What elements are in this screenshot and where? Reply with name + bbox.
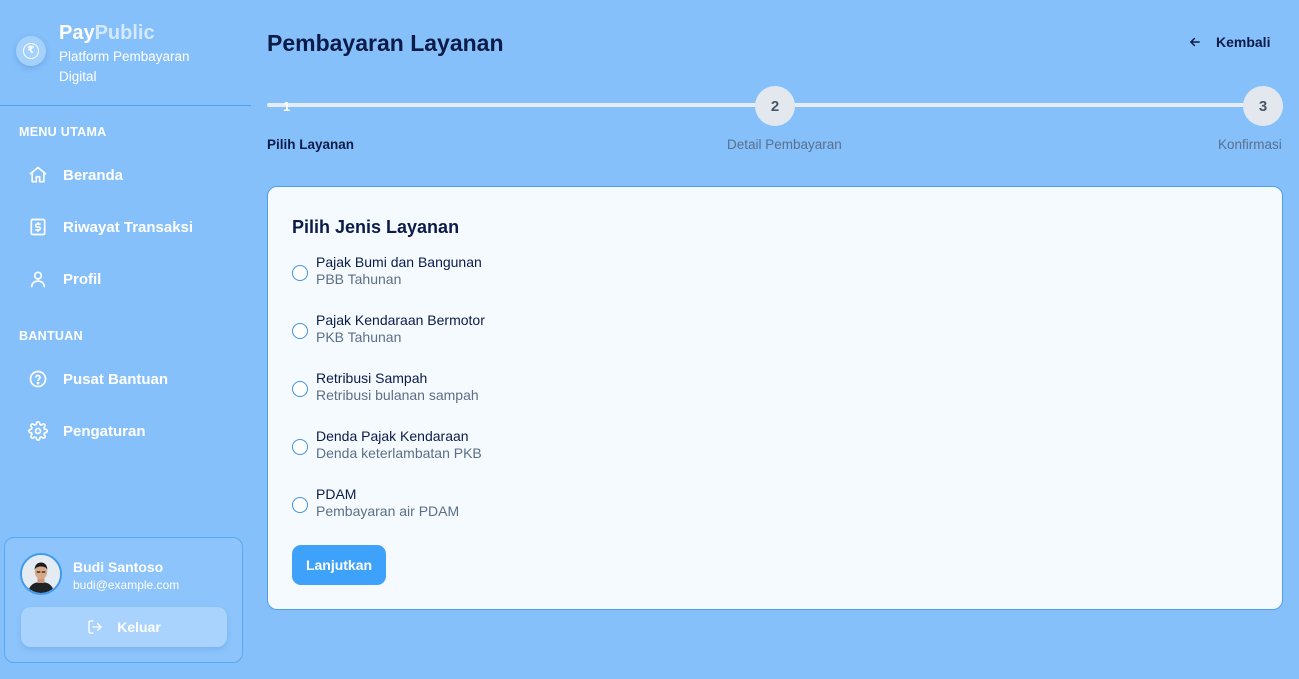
sidebar-item-beranda[interactable]: Beranda — [22, 155, 237, 195]
card-title: Pilih Jenis Layanan — [292, 217, 460, 237]
sidebar: ₹ PayPublic Platform Pembayaran Digital … — [0, 0, 251, 679]
service-selection-card: Pilih Jenis Layanan Pajak Bumi dan Bangu… — [267, 186, 1283, 610]
sidebar-item-pengaturan[interactable]: Pengaturan — [22, 411, 237, 451]
gear-icon — [26, 419, 50, 443]
user-icon — [26, 267, 50, 291]
brand-subtitle: Platform Pembayaran Digital — [59, 49, 190, 84]
radio-button[interactable] — [292, 381, 308, 397]
option-label: Pajak Bumi dan Bangunan — [316, 254, 482, 270]
step-3-circle: 3 — [1243, 86, 1283, 126]
service-option-retribusi-sampah[interactable]: Retribusi Sampah Retribusi bulanan sampa… — [292, 370, 692, 410]
brand: ₹ PayPublic Platform Pembayaran Digital — [0, 0, 251, 106]
brand-name-part1: Pay — [59, 22, 95, 44]
arrow-left-icon — [1188, 35, 1202, 49]
option-label: PDAM — [316, 486, 357, 502]
user-name: Budi Santoso — [73, 559, 164, 575]
option-description: PKB Tahunan — [316, 329, 402, 345]
section-title-menu-utama: MENU UTAMA — [19, 125, 107, 139]
sidebar-item-profil[interactable]: Profil — [22, 259, 237, 299]
step-1-number: 1 — [283, 99, 291, 114]
option-label: Denda Pajak Kendaraan — [316, 428, 469, 444]
option-description: Pembayaran air PDAM — [316, 503, 460, 519]
section-title-bantuan: BANTUAN — [19, 329, 83, 343]
sidebar-item-pusat-bantuan[interactable]: Pusat Bantuan — [22, 359, 237, 399]
service-option-pkb[interactable]: Pajak Kendaraan Bermotor PKB Tahunan — [292, 312, 692, 352]
sidebar-item-label: Pusat Bantuan — [63, 370, 169, 388]
service-option-pdam[interactable]: PDAM Pembayaran air PDAM — [292, 486, 692, 526]
logout-button[interactable]: Keluar — [21, 607, 227, 647]
brand-name[interactable]: PayPublic — [59, 22, 155, 45]
step-3-label: Konfirmasi — [1218, 137, 1282, 152]
user-email: budi@example.com — [73, 578, 180, 592]
back-button[interactable]: Kembali — [1188, 34, 1270, 50]
step-1-label: Pilih Layanan — [267, 137, 355, 152]
option-description: PBB Tahunan — [316, 271, 402, 287]
sidebar-item-label: Pengaturan — [63, 422, 146, 440]
service-option-pbb[interactable]: Pajak Bumi dan Bangunan PBB Tahunan — [292, 254, 692, 294]
help-circle-icon — [26, 367, 50, 391]
radio-button[interactable] — [292, 323, 308, 339]
option-label: Pajak Kendaraan Bermotor — [316, 312, 485, 328]
logout-icon — [87, 619, 103, 635]
option-description: Retribusi bulanan sampah — [316, 387, 479, 403]
avatar[interactable] — [20, 553, 62, 595]
brand-name-part2: Public — [94, 22, 155, 44]
rupee-coin-icon: ₹ — [16, 36, 46, 66]
radio-button[interactable] — [292, 497, 308, 513]
radio-button[interactable] — [292, 439, 308, 455]
option-label: Retribusi Sampah — [316, 370, 428, 386]
user-card: Budi Santoso budi@example.com Keluar — [4, 537, 243, 663]
logout-label: Keluar — [117, 619, 161, 635]
step-2-label: Detail Pembayaran — [727, 137, 842, 152]
back-label: Kembali — [1216, 34, 1271, 50]
home-icon — [26, 163, 50, 187]
page-title: Pembayaran Layanan — [267, 30, 504, 56]
sidebar-item-riwayat-transaksi[interactable]: Riwayat Transaksi — [22, 207, 237, 247]
sidebar-item-label: Profil — [63, 270, 102, 288]
sidebar-item-label: Beranda — [63, 166, 124, 184]
sidebar-item-label: Riwayat Transaksi — [63, 218, 194, 236]
receipt-icon — [26, 215, 50, 239]
step-2-circle: 2 — [755, 86, 795, 126]
radio-button[interactable] — [292, 265, 308, 281]
option-description: Denda keterlambatan PKB — [316, 445, 482, 461]
service-option-denda-pajak[interactable]: Denda Pajak Kendaraan Denda keterlambata… — [292, 428, 692, 468]
continue-button[interactable]: Lanjutkan — [292, 545, 386, 585]
